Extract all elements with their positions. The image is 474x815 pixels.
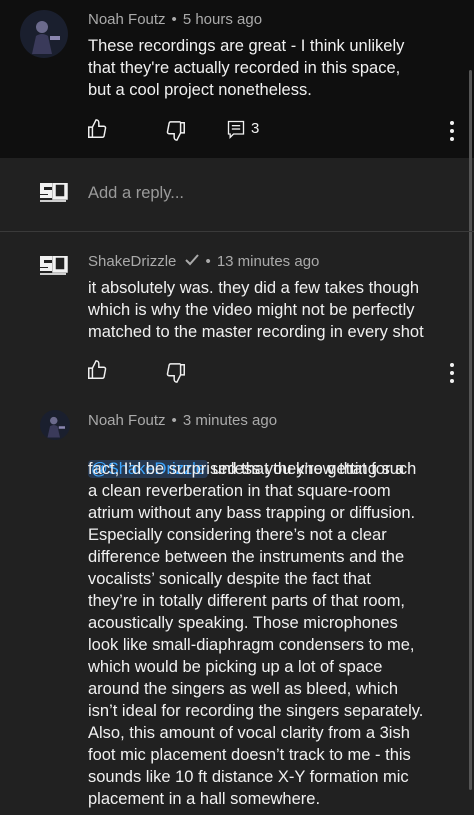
parent-comment: Noah Foutz • 5 hours ago These recordings … (0, 0, 474, 158)
comment-meta: Noah Foutz • 5 hours ago (88, 11, 263, 28)
verified-icon (184, 254, 199, 266)
avatar[interactable] (40, 254, 68, 276)
reply-count[interactable]: 3 (251, 120, 259, 137)
more-vertical-icon[interactable] (448, 120, 456, 142)
comment-icon[interactable] (226, 119, 246, 139)
author-name[interactable]: Noah Foutz (88, 412, 166, 429)
reply-input[interactable]: Add a reply... (88, 184, 184, 203)
thumbs-down-icon[interactable] (165, 362, 187, 384)
timestamp: 5 hours ago (182, 11, 263, 28)
avatar[interactable] (40, 410, 70, 440)
timestamp: 3 minutes ago (182, 412, 278, 429)
timestamp: 13 minutes ago (216, 253, 320, 270)
reply-meta: Noah Foutz • 3 minutes ago (88, 412, 278, 429)
thumbs-up-icon[interactable] (86, 118, 108, 140)
author-name[interactable]: ShakeDrizzle (88, 253, 176, 270)
author-name[interactable]: Noah Foutz (88, 11, 166, 28)
more-vertical-icon[interactable] (448, 362, 456, 384)
thumbs-up-icon[interactable] (86, 359, 108, 381)
reply-text: fact, I’d be surprised that they’re gett… (88, 460, 424, 808)
reply-text: it absolutely was. they did a few takes … (88, 279, 424, 341)
scrollbar[interactable] (469, 70, 472, 790)
reply-meta: ShakeDrizzle • 13 minutes ago (88, 253, 320, 270)
user-avatar (40, 181, 68, 203)
divider (0, 231, 474, 232)
avatar[interactable] (20, 10, 68, 58)
comment-text: These recordings are great - I think unl… (88, 37, 405, 99)
thumbs-down-icon[interactable] (165, 120, 187, 142)
